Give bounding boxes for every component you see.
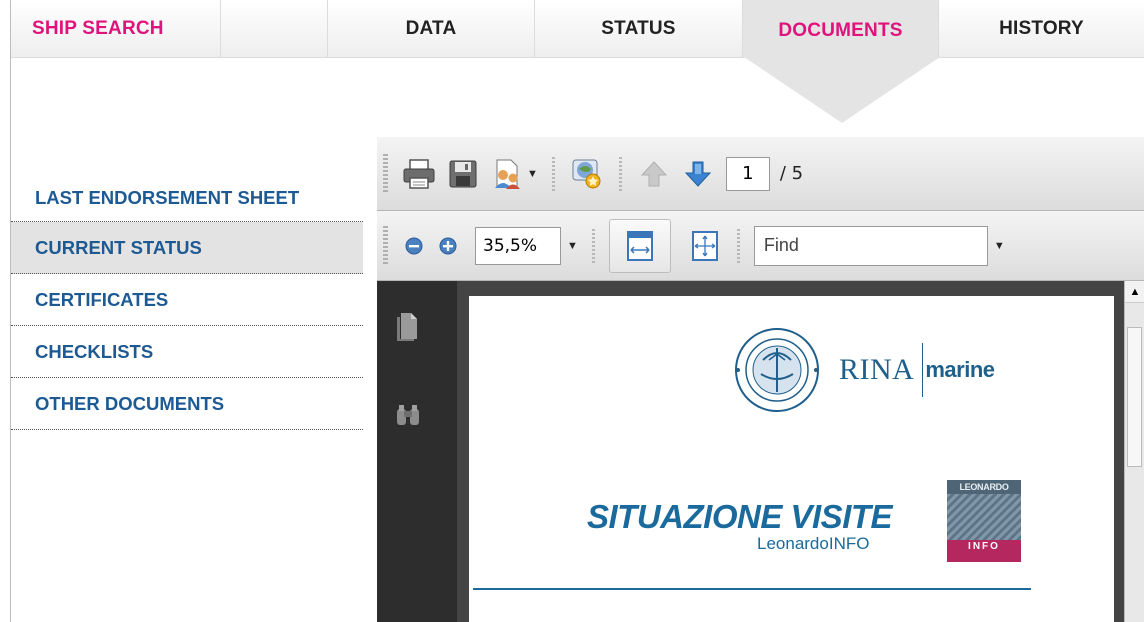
marine-wordmark: marine bbox=[925, 357, 995, 382]
leonardo-info-logo: LEONARDO INFO bbox=[947, 480, 1021, 562]
documents-sidebar: LAST ENDORSEMENT SHEET CURRENT STATUS CE… bbox=[11, 168, 363, 430]
pdf-viewer: ▼ 1 / 5 35,5% ▼ Find ▼ RINA marine SITUA… bbox=[377, 137, 1144, 622]
sidebar-item-checklists[interactable]: CHECKLISTS bbox=[11, 326, 363, 378]
tab-status[interactable]: STATUS bbox=[535, 0, 743, 58]
save-icon[interactable] bbox=[441, 152, 485, 196]
viewer-toolbar-top: ▼ 1 / 5 bbox=[377, 137, 1144, 211]
share-icon[interactable] bbox=[485, 152, 529, 196]
viewer-toolbar-bottom: 35,5% ▼ Find ▼ bbox=[377, 211, 1144, 281]
title-underline bbox=[473, 588, 1031, 590]
scrollbar-thumb[interactable] bbox=[1127, 327, 1142, 467]
binoculars-icon[interactable] bbox=[395, 403, 421, 432]
leonardo-logo-top: LEONARDO bbox=[947, 480, 1021, 494]
document-scrollbar[interactable]: ▲ bbox=[1124, 281, 1144, 622]
toolbar-separator bbox=[736, 228, 740, 263]
fit-page-icon[interactable] bbox=[683, 224, 727, 268]
share-dropdown-icon[interactable]: ▼ bbox=[527, 168, 538, 180]
zoom-in-icon[interactable] bbox=[431, 224, 465, 268]
tab-spacer bbox=[221, 0, 328, 58]
web-icon[interactable] bbox=[565, 152, 609, 196]
print-icon[interactable] bbox=[397, 152, 441, 196]
document-page: RINA marine SITUAZIONE VISITE LeonardoIN… bbox=[469, 296, 1114, 622]
document-area[interactable]: RINA marine SITUAZIONE VISITE LeonardoIN… bbox=[457, 281, 1124, 622]
toolbar-separator bbox=[591, 228, 595, 263]
active-tab-pointer bbox=[744, 57, 940, 123]
find-input[interactable]: Find bbox=[753, 225, 988, 266]
tab-data[interactable]: DATA bbox=[328, 0, 535, 58]
navigation-rail bbox=[377, 281, 457, 622]
zoom-level-input[interactable]: 35,5% bbox=[475, 226, 561, 265]
page-number-input[interactable]: 1 bbox=[725, 156, 770, 191]
document-subtitle: LeonardoINFO bbox=[757, 534, 870, 553]
sidebar-item-current-status[interactable]: CURRENT STATUS bbox=[11, 222, 363, 274]
page-total: / 5 bbox=[779, 163, 804, 184]
fit-width-button[interactable] bbox=[608, 218, 671, 273]
document-title: SITUAZIONE VISITE bbox=[587, 498, 893, 535]
main-tabs: SHIP SEARCH DATA STATUS DOCUMENTS HISTOR… bbox=[11, 0, 1144, 58]
fit-width-icon bbox=[626, 230, 653, 261]
tab-history[interactable]: HISTORY bbox=[939, 0, 1144, 58]
sidebar-item-certificates[interactable]: CERTIFICATES bbox=[11, 274, 363, 326]
zoom-dropdown-icon[interactable]: ▼ bbox=[567, 240, 578, 252]
pages-icon[interactable] bbox=[395, 311, 419, 346]
toolbar-grip[interactable] bbox=[383, 153, 388, 194]
prev-page-icon[interactable] bbox=[632, 152, 676, 196]
scroll-up-arrow-icon[interactable]: ▲ bbox=[1125, 281, 1144, 303]
toolbar-separator bbox=[551, 156, 555, 191]
tab-ship-search[interactable]: SHIP SEARCH bbox=[11, 0, 221, 58]
logo-divider bbox=[922, 343, 924, 397]
sidebar-item-last-endorsement-sheet[interactable]: LAST ENDORSEMENT SHEET bbox=[11, 168, 363, 222]
tab-documents[interactable]: DOCUMENTS bbox=[743, 0, 939, 58]
rina-wordmark: RINA bbox=[839, 353, 915, 386]
zoom-out-icon[interactable] bbox=[397, 224, 431, 268]
sidebar-item-other-documents[interactable]: OTHER DOCUMENTS bbox=[11, 378, 363, 430]
toolbar-separator bbox=[618, 156, 622, 191]
toolbar-grip[interactable] bbox=[383, 225, 388, 266]
leonardo-logo-bottom: INFO bbox=[947, 540, 1021, 562]
rina-seal-icon bbox=[735, 328, 819, 412]
rina-marine-logo: RINA marine bbox=[733, 326, 995, 414]
next-page-icon[interactable] bbox=[676, 152, 720, 196]
find-dropdown-icon[interactable]: ▼ bbox=[994, 240, 1005, 252]
leonardo-logo-image bbox=[947, 494, 1021, 540]
